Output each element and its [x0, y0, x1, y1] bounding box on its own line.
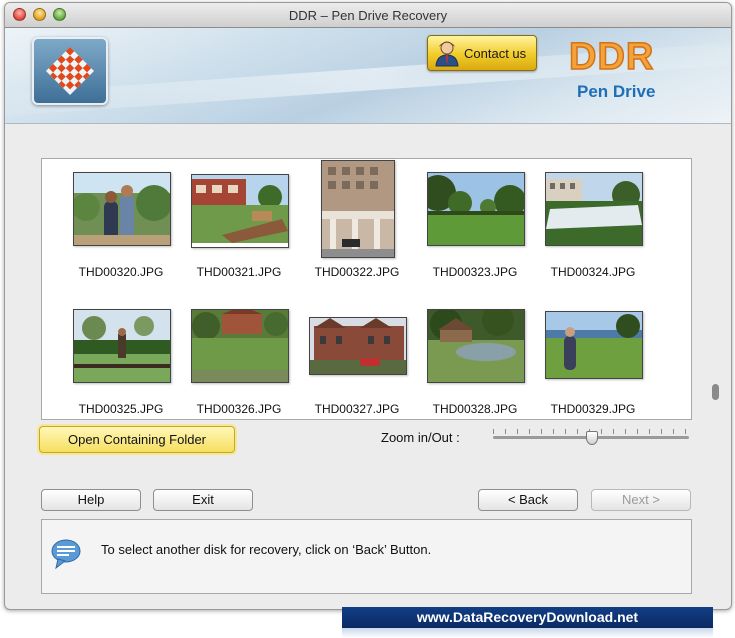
app-logo-icon [32, 37, 108, 105]
contact-us-button[interactable]: Contact us [427, 35, 537, 71]
zoom-label: Zoom in/Out : [381, 430, 460, 445]
vertical-scrollbar-thumb[interactable] [712, 384, 719, 400]
thumbnail-image[interactable] [309, 317, 407, 375]
contact-us-label: Contact us [464, 45, 527, 61]
thumbnail-image[interactable] [545, 311, 643, 379]
thumbnail-image[interactable] [191, 309, 289, 383]
thumbnail-image[interactable] [191, 174, 289, 248]
user-icon [435, 41, 459, 67]
file-name-label: THD00321.JPG [196, 265, 282, 279]
status-message: To select another disk for recovery, cli… [101, 542, 432, 557]
file-name-label: THD00327.JPG [314, 402, 400, 416]
brand-subtitle: Pen Drive [577, 82, 656, 101]
back-button[interactable]: < Back [478, 489, 578, 511]
brand-title: DDR [568, 35, 655, 79]
file-name-label: THD00326.JPG [196, 402, 282, 416]
file-name-label: THD00322.JPG [314, 265, 400, 279]
window-title: DDR – Pen Drive Recovery [288, 8, 448, 23]
thumbnail-image[interactable] [427, 309, 525, 383]
file-name-label: THD00324.JPG [550, 265, 636, 279]
recovered-files-gallery[interactable]: THD00320.JPG THD00321.JPG THD00322.JPG T… [41, 158, 719, 420]
next-button[interactable]: Next > [591, 489, 691, 511]
help-button[interactable]: Help [41, 489, 141, 511]
thumbnail-image[interactable] [73, 172, 171, 246]
thumbnail-image[interactable] [427, 172, 525, 246]
header-banner: Contact us DDR Pen Drive [5, 28, 731, 124]
thumbnail-image[interactable] [545, 172, 643, 246]
app-window: DDR – Pen Drive Recovery Contact us DDR … [4, 2, 732, 610]
zoom-slider-knob[interactable] [586, 431, 598, 445]
thumbnail-image[interactable] [73, 309, 171, 383]
file-name-label: THD00328.JPG [432, 402, 518, 416]
status-panel: To select another disk for recovery, cli… [41, 519, 692, 594]
file-name-label: THD00320.JPG [78, 265, 164, 279]
speech-bubble-icon [51, 539, 81, 570]
exit-button[interactable]: Exit [153, 489, 253, 511]
open-containing-folder-button[interactable]: Open Containing Folder [39, 426, 235, 453]
thumbnail-image[interactable] [321, 160, 395, 258]
zoom-slider[interactable] [493, 431, 689, 445]
title-bar: DDR – Pen Drive Recovery [5, 3, 731, 28]
file-name-label: THD00329.JPG [550, 402, 636, 416]
website-link[interactable]: www.DataRecoveryDownload.net [342, 607, 713, 628]
file-name-label: THD00323.JPG [432, 265, 518, 279]
file-name-label: THD00325.JPG [78, 402, 164, 416]
